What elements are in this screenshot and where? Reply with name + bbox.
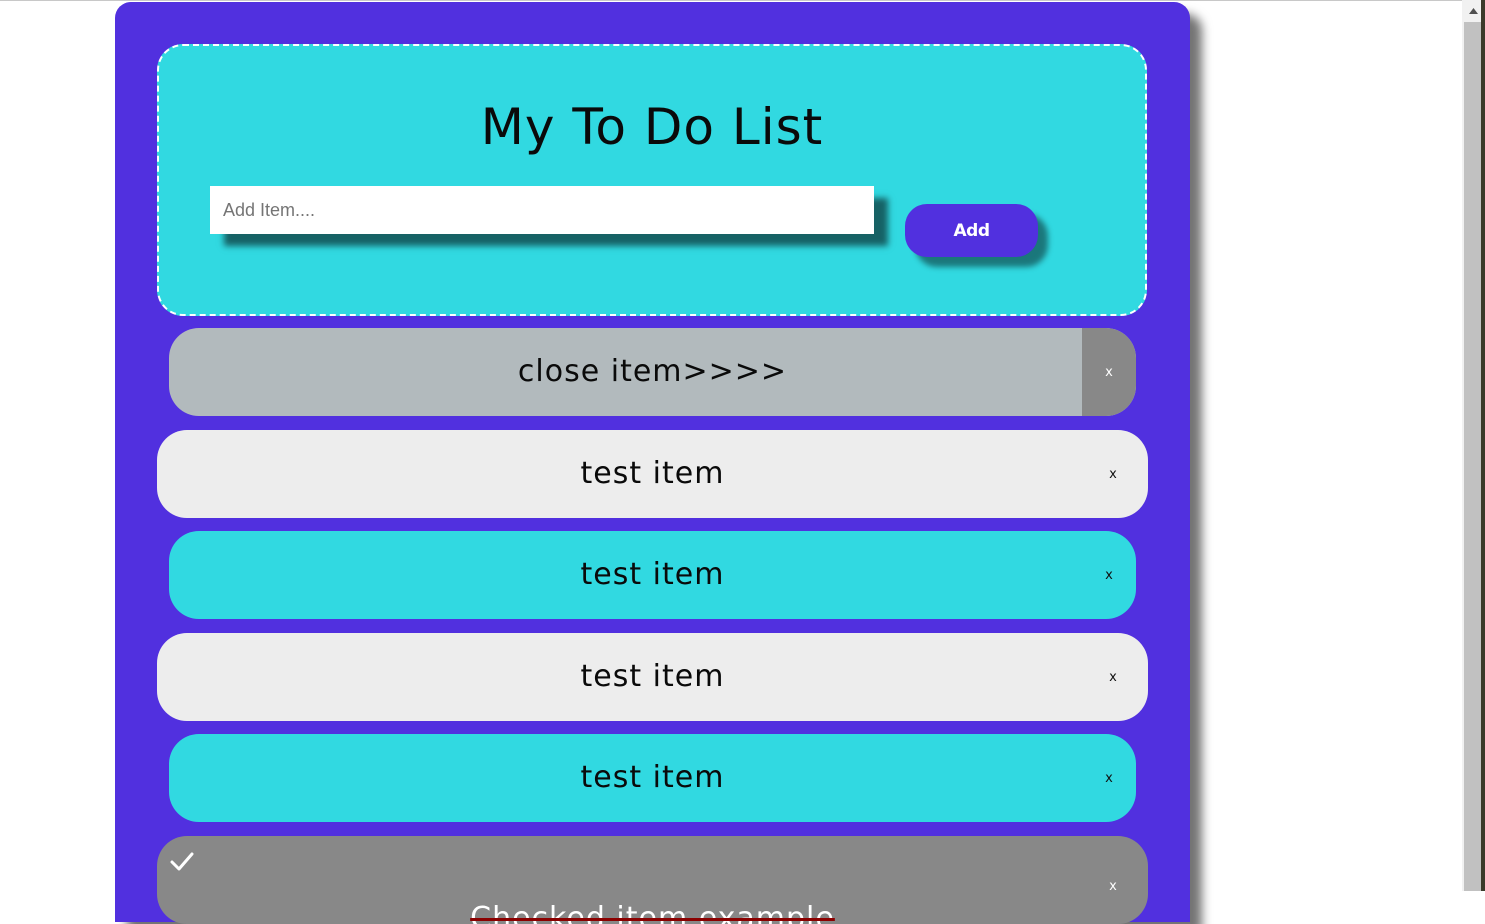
close-button[interactable]: x: [1082, 328, 1136, 416]
list-item[interactable]: test item x: [169, 734, 1136, 822]
close-button[interactable]: x: [1086, 842, 1140, 924]
close-button[interactable]: x: [1086, 633, 1140, 721]
checkmark-icon: [169, 848, 195, 874]
list-item[interactable]: test item x: [169, 531, 1136, 619]
close-button[interactable]: x: [1086, 430, 1140, 518]
list-item-text: test item: [581, 557, 725, 594]
list-item[interactable]: test item x: [157, 633, 1148, 721]
list-item-text: test item: [581, 456, 725, 493]
list-item-text: test item: [581, 659, 725, 696]
close-button[interactable]: x: [1082, 734, 1136, 822]
list-item-text: close item>>>>: [518, 354, 787, 391]
list-item-text: Checked item example: [470, 901, 835, 924]
todo-list: close item>>>> x test item x test item x…: [115, 2, 1190, 922]
close-button[interactable]: x: [1082, 531, 1136, 619]
scrollbar-thumb[interactable]: [1464, 22, 1481, 891]
list-item-checked[interactable]: Checked item example x: [157, 836, 1148, 924]
list-item[interactable]: test item x: [157, 430, 1148, 518]
todo-app: My To Do List Add close item>>>> x test …: [115, 2, 1190, 922]
list-item[interactable]: close item>>>> x: [169, 328, 1136, 416]
window-edge: [1481, 0, 1485, 891]
top-border: [0, 0, 1462, 1]
list-item-text: test item: [581, 760, 725, 797]
